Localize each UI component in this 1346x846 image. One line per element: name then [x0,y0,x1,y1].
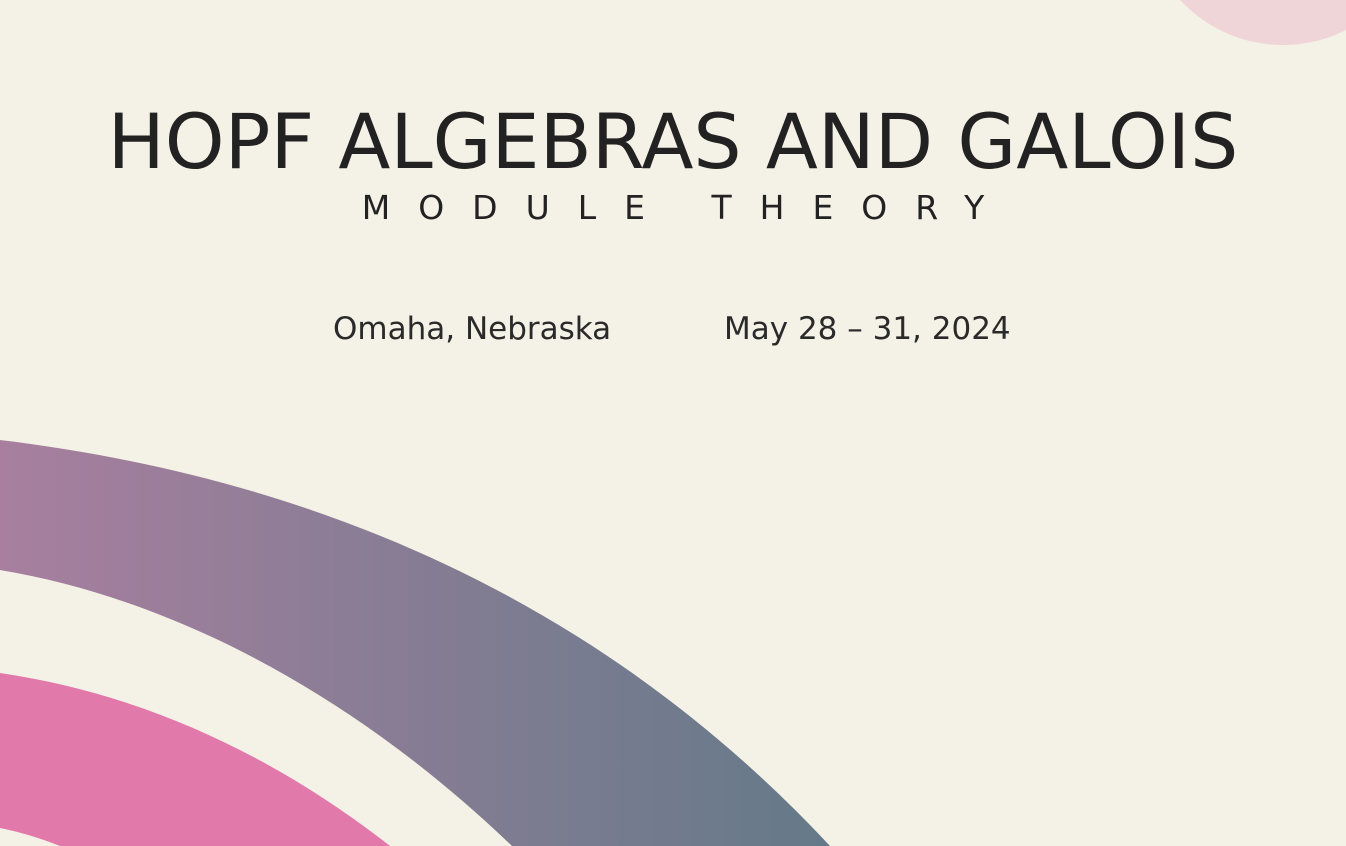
event-location: Omaha, Nebraska [333,311,612,347]
poster-page: HOPF ALGEBRAS AND GALOIS MODULE THEORY O… [0,0,1346,846]
event-dates: May 28 – 31, 2024 [724,311,1011,347]
event-title: HOPF ALGEBRAS AND GALOIS [107,97,1239,186]
corner-circle [1180,0,1346,45]
event-subtitle: MODULE THEORY [361,188,1013,227]
